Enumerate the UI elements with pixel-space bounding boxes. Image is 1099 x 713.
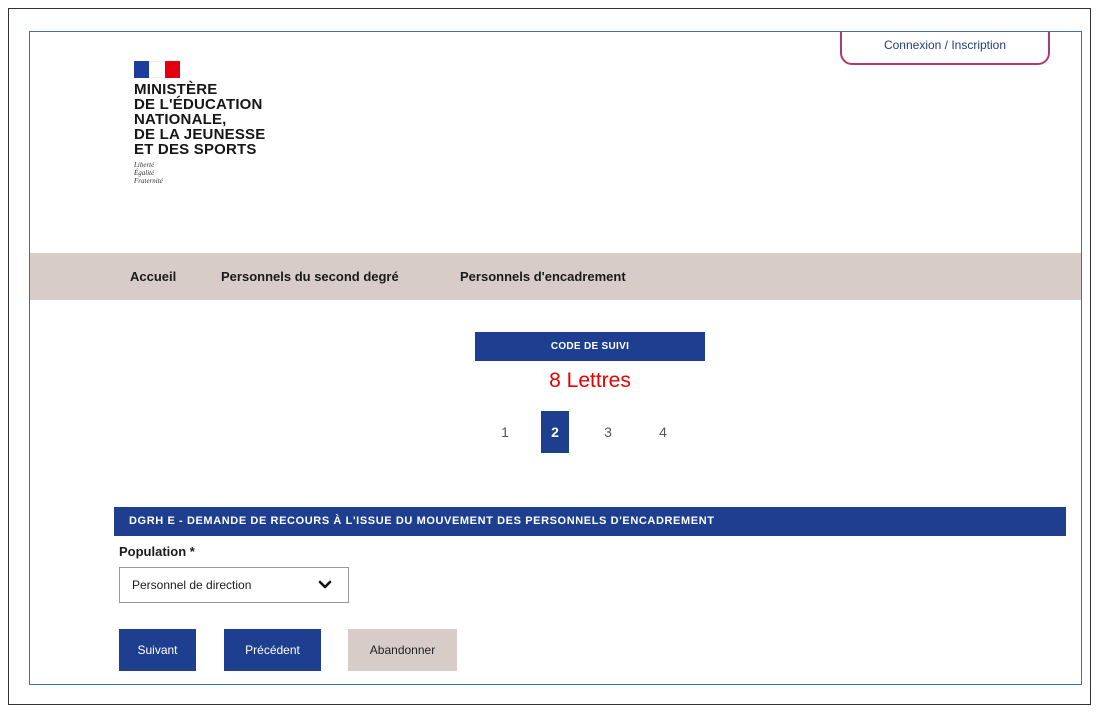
step-4[interactable]: 4: [649, 411, 677, 453]
step-3[interactable]: 3: [594, 411, 622, 453]
login-register-link[interactable]: Connexion / Inscription: [840, 32, 1050, 65]
nav-item-accueil[interactable]: Accueil: [130, 269, 176, 284]
step-2-current[interactable]: 2: [541, 411, 569, 453]
motto-line: Liberté: [134, 161, 155, 169]
nav-item-second-degre[interactable]: Personnels du second degré: [221, 269, 399, 284]
population-selected-value: Personnel de direction: [132, 578, 252, 592]
main-nav: Accueil Personnels du second degré Perso…: [30, 253, 1081, 300]
page: Connexion / Inscription MINISTÈRE DE L'É…: [29, 31, 1082, 685]
nav-item-encadrement[interactable]: Personnels d'encadrement: [460, 269, 626, 284]
next-button[interactable]: Suivant: [119, 629, 196, 671]
step-1[interactable]: 1: [491, 411, 519, 453]
republic-motto: Liberté Égalité Fraternité: [134, 161, 265, 185]
ministry-name-line: NATIONALE,: [134, 111, 227, 128]
ministry-logo: MINISTÈRE DE L'ÉDUCATION NATIONALE, DE L…: [134, 61, 265, 185]
ministry-name-line: DE L'ÉDUCATION: [134, 96, 263, 113]
form-section-title: DGRH E - DEMANDE DE RECOURS À L'ISSUE DU…: [114, 507, 1066, 536]
chevron-down-icon: [318, 580, 332, 589]
ministry-name: MINISTÈRE DE L'ÉDUCATION NATIONALE, DE L…: [134, 82, 265, 157]
population-label: Population *: [119, 544, 195, 559]
abandon-button[interactable]: Abandonner: [348, 629, 457, 671]
ministry-name-line: DE LA JEUNESSE: [134, 126, 266, 143]
previous-button[interactable]: Précédent: [224, 629, 321, 671]
tracking-code-note: 8 Lettres: [549, 369, 631, 392]
motto-line: Fraternité: [134, 177, 163, 185]
ministry-name-line: ET DES SPORTS: [134, 141, 257, 158]
french-flag-icon: [134, 61, 180, 78]
tracking-code-label: CODE DE SUIVI: [475, 332, 705, 361]
population-select[interactable]: Personnel de direction: [119, 567, 349, 603]
motto-line: Égalité: [134, 169, 155, 177]
ministry-name-line: MINISTÈRE: [134, 81, 218, 98]
